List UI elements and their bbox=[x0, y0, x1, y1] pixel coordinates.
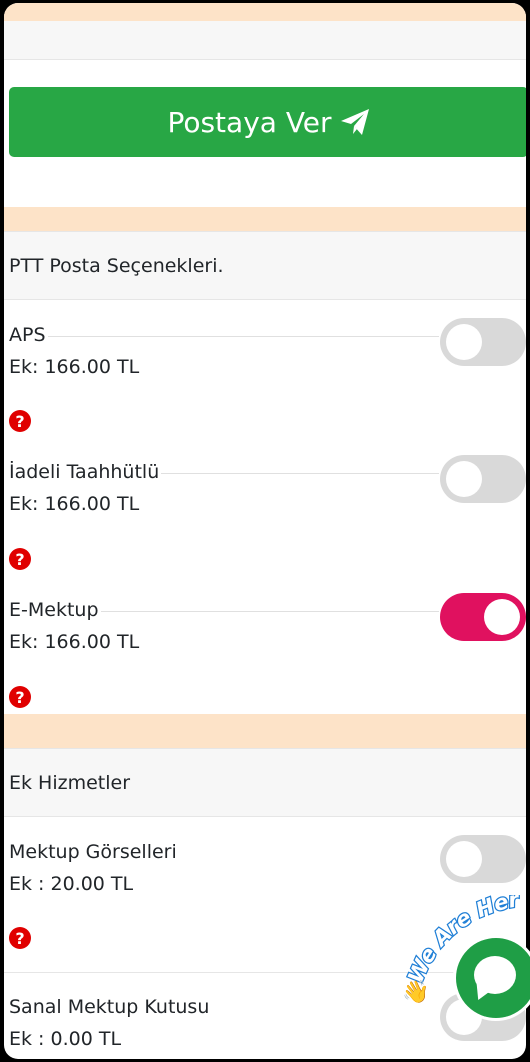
top-gray-band bbox=[4, 21, 526, 60]
help-symbol: ? bbox=[15, 411, 25, 431]
chat-launcher-button[interactable] bbox=[453, 935, 530, 1021]
toggle-mektup-gorselleri[interactable] bbox=[440, 835, 526, 883]
help-symbol: ? bbox=[15, 549, 25, 569]
option-price-mektup-gorselleri: Ek : 20.00 TL bbox=[9, 873, 134, 895]
help-symbol: ? bbox=[15, 928, 25, 948]
help-icon-aps[interactable]: ? bbox=[9, 410, 31, 432]
help-icon-iadeli[interactable]: ? bbox=[9, 548, 31, 570]
toggle-aps[interactable] bbox=[440, 318, 526, 366]
section-title-ptt: PTT Posta Seçenekleri. bbox=[4, 232, 526, 300]
help-symbol: ? bbox=[15, 687, 25, 707]
section-title-ptt-text: PTT Posta Seçenekleri. bbox=[9, 254, 224, 277]
help-icon-e-mektup[interactable]: ? bbox=[9, 686, 31, 708]
waving-hand-icon: 👋 bbox=[402, 980, 430, 1005]
option-title-sanal-mektup-kutusu: Sanal Mektup Kutusu bbox=[9, 996, 212, 1018]
toggle-iadeli-taahhutlu[interactable] bbox=[440, 455, 526, 503]
section-separator bbox=[4, 207, 526, 232]
toggle-knob bbox=[446, 841, 482, 877]
toggle-knob bbox=[446, 324, 482, 360]
option-price-e-mektup: Ek: 166.00 TL bbox=[9, 631, 140, 653]
section-title-ek-hizmetler: Ek Hizmetler bbox=[4, 749, 526, 817]
option-price-iadeli: Ek: 166.00 TL bbox=[9, 493, 140, 515]
top-band bbox=[4, 3, 526, 21]
paper-plane-icon bbox=[340, 109, 369, 135]
help-icon-mektup-gorselleri[interactable]: ? bbox=[9, 927, 31, 949]
toggle-knob bbox=[446, 461, 482, 497]
option-title-aps: APS bbox=[9, 324, 48, 346]
postaya-ver-button[interactable]: Postaya Ver bbox=[9, 87, 526, 157]
toggle-e-mektup[interactable] bbox=[440, 593, 526, 641]
option-title-e-mektup: E-Mektup bbox=[9, 599, 101, 621]
option-line bbox=[9, 336, 439, 337]
section-separator bbox=[4, 714, 526, 749]
toggle-knob bbox=[484, 599, 520, 635]
option-price-aps: Ek: 166.00 TL bbox=[9, 356, 140, 378]
option-title-mektup-gorselleri: Mektup Görselleri bbox=[9, 841, 179, 863]
option-price-sanal-mektup-kutusu: Ek : 0.00 TL bbox=[9, 1028, 122, 1050]
postaya-ver-label: Postaya Ver bbox=[167, 105, 332, 139]
option-title-iadeli: İadeli Taahhütlü bbox=[9, 461, 162, 483]
section-title-ek-hizmetler-text: Ek Hizmetler bbox=[9, 771, 131, 794]
